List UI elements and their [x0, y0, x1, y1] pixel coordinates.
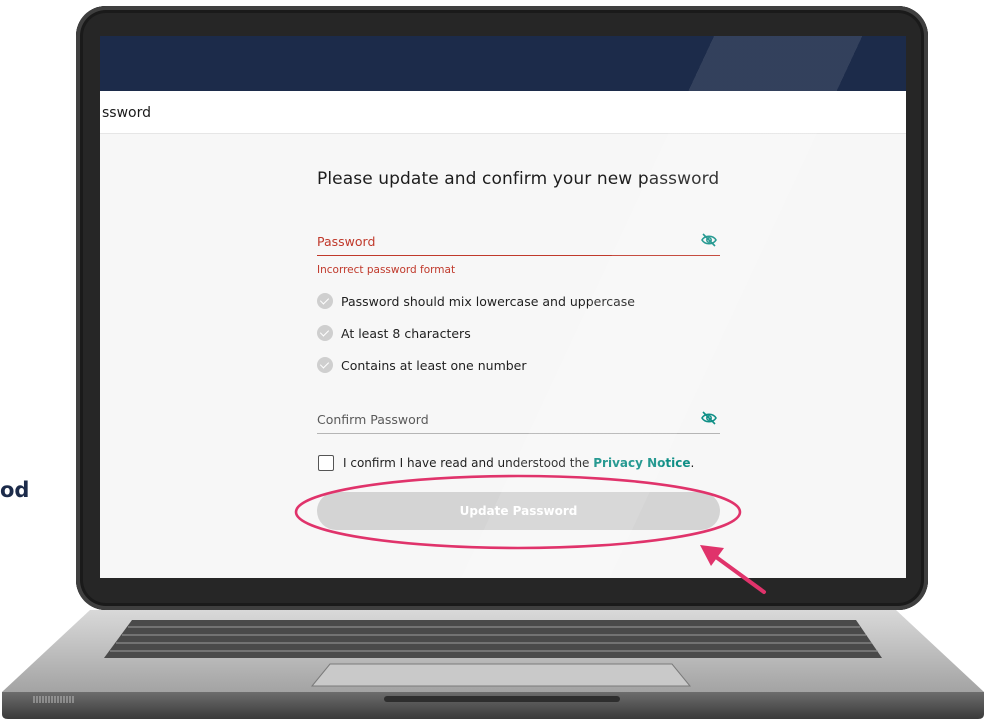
consent-row: I confirm I have read and understood the… [318, 454, 694, 472]
confirm-password-field[interactable]: Confirm Password [317, 406, 720, 434]
rule-item: At least 8 characters [317, 323, 471, 343]
laptop-screen: ssword Please update and confirm your ne… [100, 36, 906, 578]
password-input[interactable] [317, 228, 687, 254]
eye-off-icon[interactable] [700, 232, 718, 248]
consent-text-suffix: . [690, 456, 695, 470]
rule-item: Contains at least one number [317, 355, 527, 375]
app-subheader [100, 91, 906, 134]
update-password-button[interactable]: Update Password [317, 492, 720, 530]
consent-text: I confirm I have read and understood the… [343, 456, 694, 470]
consent-text-main: I confirm I have read and understood the [343, 456, 594, 470]
side-text: od [0, 478, 30, 502]
rule-text: Contains at least one number [341, 357, 527, 373]
check-circle-icon [317, 293, 333, 309]
page-heading: ssword [102, 105, 151, 121]
form-title: Please update and confirm your new passw… [317, 169, 720, 189]
consent-checkbox[interactable] [318, 455, 334, 471]
confirm-password-input[interactable] [317, 406, 687, 432]
check-circle-icon [317, 357, 333, 373]
eye-off-icon[interactable] [700, 410, 718, 426]
password-error: Incorrect password format [317, 264, 456, 276]
check-circle-icon [317, 325, 333, 341]
rule-item: Password should mix lowercase and upperc… [317, 291, 635, 311]
password-field[interactable]: Password [317, 228, 720, 256]
app-header [100, 36, 906, 91]
rule-text: At least 8 characters [341, 325, 471, 341]
laptop-base [2, 610, 984, 719]
rule-text: Password should mix lowercase and upperc… [341, 293, 635, 309]
privacy-notice-link[interactable]: Privacy Notice [593, 456, 690, 470]
